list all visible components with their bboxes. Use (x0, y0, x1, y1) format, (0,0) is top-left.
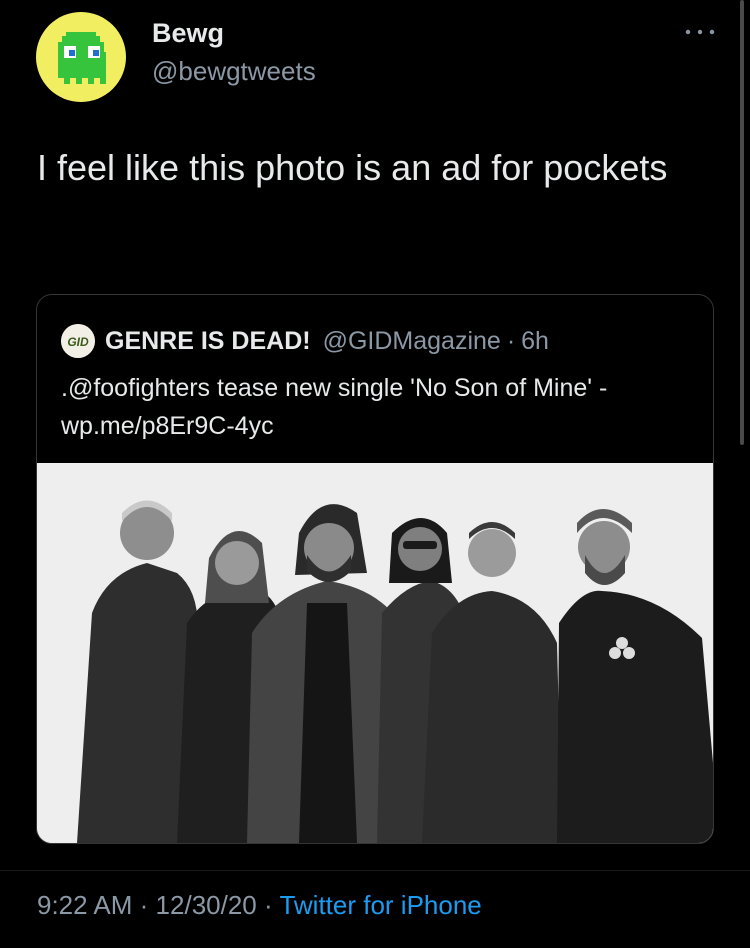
quoted-tweet-text: .@foofighters tease new single 'No Son o… (61, 374, 608, 440)
tweet-date[interactable]: 12/30/20 (156, 890, 257, 920)
quoted-tweet-time[interactable]: 6h (521, 327, 549, 356)
meta-separator: · (264, 890, 273, 920)
gid-magazine-avatar[interactable]: GID (61, 324, 95, 358)
author-display-name[interactable]: Bewg (152, 18, 224, 49)
author-avatar[interactable] (36, 12, 126, 102)
pixel-ghost-icon (58, 32, 106, 84)
quoted-tweet-handle[interactable]: @GIDMagazine (323, 327, 501, 356)
quoted-tweet-card[interactable]: GID GENRE IS DEAD! @GIDMagazine · 6h .@f… (36, 294, 714, 844)
quoted-tweet-header: GID GENRE IS DEAD! @GIDMagazine · 6h (61, 323, 549, 359)
meta-separator: · (139, 890, 149, 920)
band-photo-image[interactable] (37, 463, 713, 843)
quoted-tweet-display-name[interactable]: GENRE IS DEAD! (105, 327, 311, 356)
tweet-meta: 9:22 AM · 12/30/20 · Twitter for iPhone (37, 890, 482, 921)
gid-avatar-label: GID (67, 335, 89, 349)
more-horizontal-icon[interactable] (680, 22, 720, 42)
quoted-tweet-separator: · (506, 326, 516, 355)
divider (0, 870, 750, 871)
author-handle[interactable]: @bewgtweets (152, 56, 316, 87)
tweet-time[interactable]: 9:22 AM (37, 890, 132, 920)
tweet-source-link[interactable]: Twitter for iPhone (279, 890, 481, 920)
tweet-text: I feel like this photo is an ad for pock… (37, 147, 668, 188)
scrollbar[interactable] (740, 0, 744, 445)
